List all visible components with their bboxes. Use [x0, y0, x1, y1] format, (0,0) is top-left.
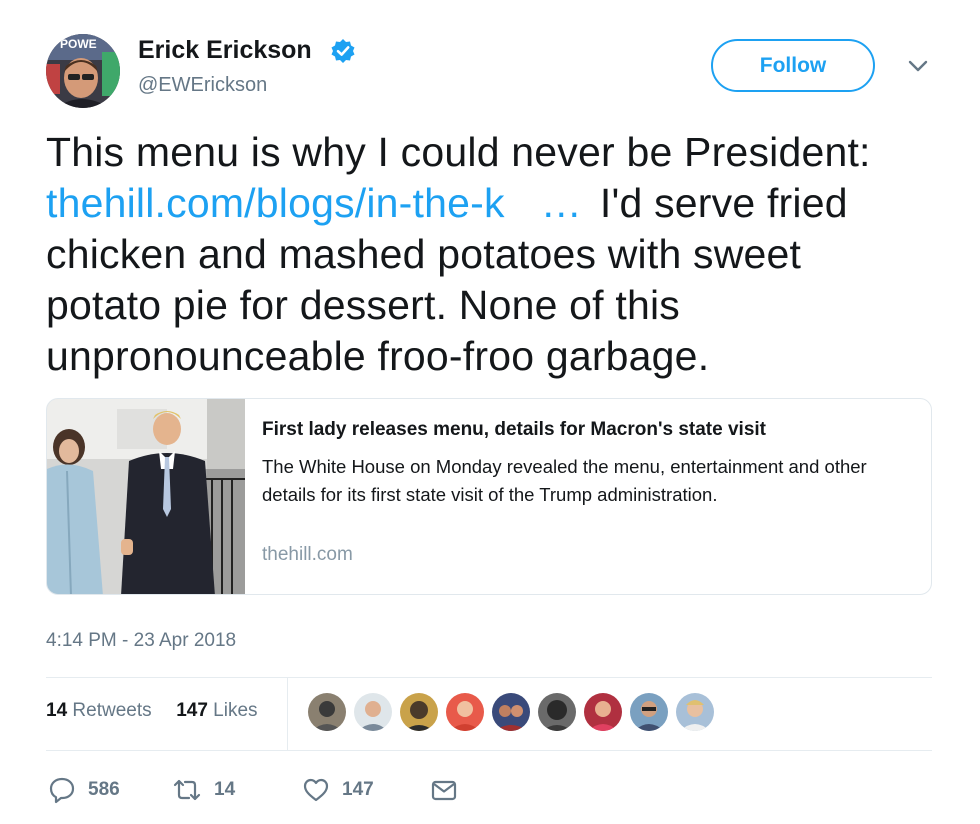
stats-separator	[287, 678, 288, 750]
divider	[46, 677, 932, 678]
link-preview-card[interactable]: First lady releases menu, details for Ma…	[46, 398, 932, 595]
direct-message-action[interactable]	[430, 775, 458, 805]
tweet-text-line: unpronounceable froo-froo garbage.	[46, 333, 710, 379]
author-avatar[interactable]: POWE	[46, 34, 120, 108]
tweet-link-ellipsis[interactable]: …	[541, 180, 582, 226]
engagement-stats: 14 Retweets 147 Likes	[46, 700, 258, 722]
liker-avatar[interactable]	[308, 693, 346, 731]
tweet-timestamp[interactable]: 4:14 PM - 23 Apr 2018	[46, 630, 236, 652]
likes-count: 147	[176, 700, 208, 721]
retweets-count: 14	[46, 700, 68, 721]
liker-avatar[interactable]	[400, 693, 438, 731]
author-handle[interactable]: @EWErickson	[138, 74, 267, 97]
follow-button[interactable]: Follow	[711, 39, 875, 92]
author-name[interactable]: Erick Erickson	[138, 36, 312, 65]
likes-label: Likes	[213, 700, 258, 721]
retweet-icon	[173, 779, 201, 801]
tweet-link[interactable]: thehill.com/blogs/in-the-k	[46, 180, 505, 226]
chevron-down-icon[interactable]	[904, 56, 932, 76]
liker-avatar[interactable]	[354, 693, 392, 731]
envelope-icon	[431, 780, 457, 801]
liker-avatar[interactable]	[676, 693, 714, 731]
tweet-text-line: potato pie for dessert. None of this	[46, 282, 680, 328]
card-thumbnail-image[interactable]	[47, 399, 245, 594]
card-title[interactable]: First lady releases menu, details for Ma…	[262, 419, 766, 441]
divider	[46, 750, 932, 751]
liker-avatar[interactable]	[538, 693, 576, 731]
like-count: 147	[342, 779, 374, 800]
retweets-label: Retweets	[72, 700, 152, 721]
tweet-text-continuation: I'd serve fried	[599, 180, 848, 226]
tweet-text: This menu is why I could never be Presid…	[46, 127, 946, 382]
card-domain[interactable]: thehill.com	[262, 544, 353, 566]
avatar-logo-text: POWE	[60, 37, 97, 51]
tweet-text-line: thehill.com/blogs/in-the-k … I'd serve fri…	[46, 178, 946, 229]
tweet-text-line: This menu is why I could never be Presid…	[46, 129, 871, 175]
reply-count: 586	[88, 779, 120, 800]
retweets-stat[interactable]: 14 Retweets	[46, 700, 152, 721]
like-action[interactable]: 147	[302, 775, 374, 805]
heart-icon	[303, 778, 329, 802]
tweet-text-line: chicken and mashed potatoes with sweet	[46, 231, 802, 277]
card-description: The White House on Monday revealed the m…	[262, 456, 867, 505]
liker-avatar[interactable]	[630, 693, 668, 731]
reply-action[interactable]: 586	[48, 775, 120, 805]
likes-stat[interactable]: 147 Likes	[176, 700, 257, 721]
verified-badge-icon	[330, 38, 356, 64]
liker-avatar[interactable]	[584, 693, 622, 731]
retweet-count: 14	[214, 779, 236, 800]
reply-icon	[49, 777, 75, 804]
liker-avatar[interactable]	[446, 693, 484, 731]
liker-avatar[interactable]	[492, 693, 530, 731]
retweet-action[interactable]: 14	[172, 775, 235, 805]
